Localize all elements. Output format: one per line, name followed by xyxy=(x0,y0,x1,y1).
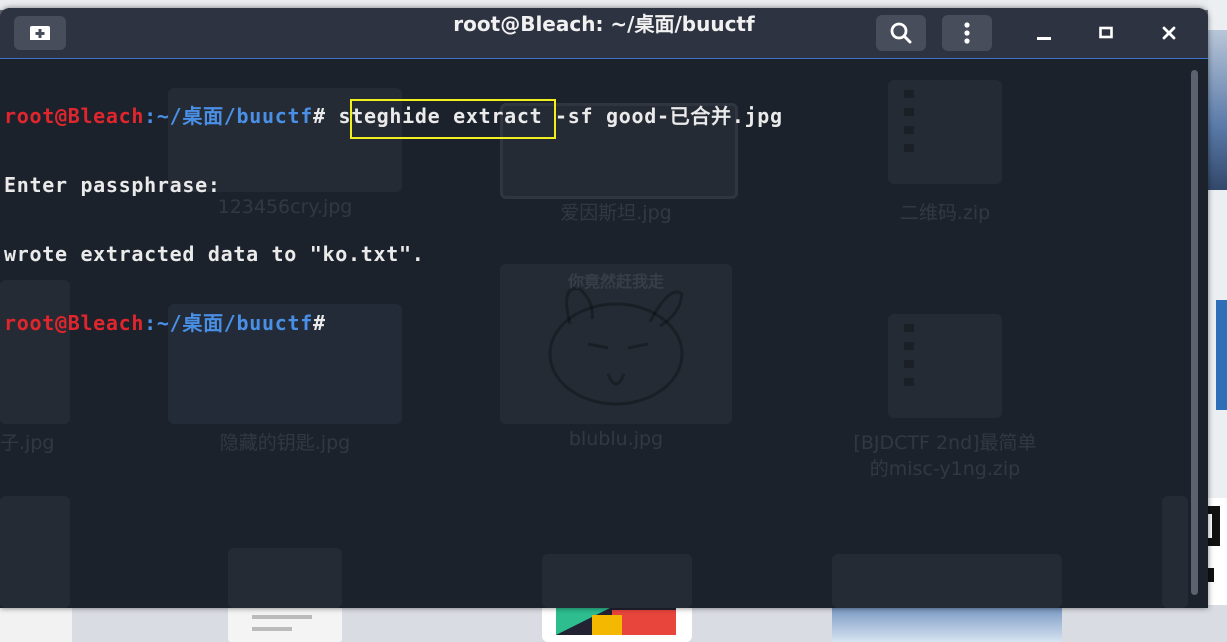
new-tab-icon xyxy=(30,26,50,40)
terminal-line-prompt: root@Bleach:~/桌面/buuctf# xyxy=(4,312,1184,335)
prompt-user: root@Bleach xyxy=(4,104,145,128)
scrollbar-thumb[interactable] xyxy=(1191,70,1198,595)
minimize-button[interactable] xyxy=(1020,15,1068,51)
minimize-icon xyxy=(1037,37,1051,40)
kebab-menu-icon xyxy=(964,22,970,44)
maximize-button[interactable] xyxy=(1084,15,1128,51)
close-icon xyxy=(1162,26,1176,40)
ghost-file-label: 隐藏的钥匙.jpg xyxy=(219,432,351,454)
terminal-line-output: Enter passphrase: xyxy=(4,173,221,197)
output-filename: "ko.txt". xyxy=(309,242,425,266)
ghost-thumbnail xyxy=(0,496,70,608)
prompt-user: root@Bleach xyxy=(4,311,145,335)
terminal-line-output: wrote extracted data to "ko.txt". xyxy=(4,243,1184,266)
ghost-file-label: blublu.jpg xyxy=(568,428,664,450)
new-tab-button[interactable] xyxy=(14,16,66,50)
scrollbar[interactable] xyxy=(1188,62,1202,602)
prompt-path: :~/桌面/buuctf xyxy=(144,311,313,335)
ghost-thumbnail xyxy=(542,554,692,608)
close-button[interactable] xyxy=(1146,15,1192,51)
ghost-file-label: 的misc-y1ng.zip xyxy=(869,458,1021,480)
ghost-thumbnail xyxy=(832,554,1062,608)
terminal-output[interactable]: root@Bleach:~/桌面/buuctf# steghide extrac… xyxy=(4,59,1184,381)
prompt-hash: # xyxy=(312,104,326,128)
ghost-thumbnail xyxy=(228,548,342,608)
ghost-file-label: [BJDCTF 2nd]最简单 xyxy=(853,432,1037,454)
ghost-file-label: 子.jpg xyxy=(0,432,55,454)
terminal-line-command: root@Bleach:~/桌面/buuctf# steghide extrac… xyxy=(4,105,1184,128)
ghost-thumbnail xyxy=(1162,496,1188,608)
maximize-icon xyxy=(1099,26,1113,39)
desktop-thumbnail[interactable] xyxy=(1216,300,1227,410)
search-icon xyxy=(890,22,912,44)
desktop-thumbnail[interactable] xyxy=(1208,30,1227,190)
title-bar[interactable]: root@Bleach: ~/桌面/buuctf xyxy=(0,8,1208,59)
menu-button[interactable] xyxy=(942,15,992,51)
search-button[interactable] xyxy=(876,15,926,51)
highlight-box xyxy=(350,99,556,139)
output-text: wrote extracted data to xyxy=(4,242,310,266)
prompt-path: :~/桌面/buuctf xyxy=(144,104,313,128)
terminal-window[interactable]: 123456cry.jpg 爱因斯坦.jpg 二维码.zip 你竟然赶我走 子.… xyxy=(0,8,1208,608)
prompt-hash: # xyxy=(312,311,326,335)
